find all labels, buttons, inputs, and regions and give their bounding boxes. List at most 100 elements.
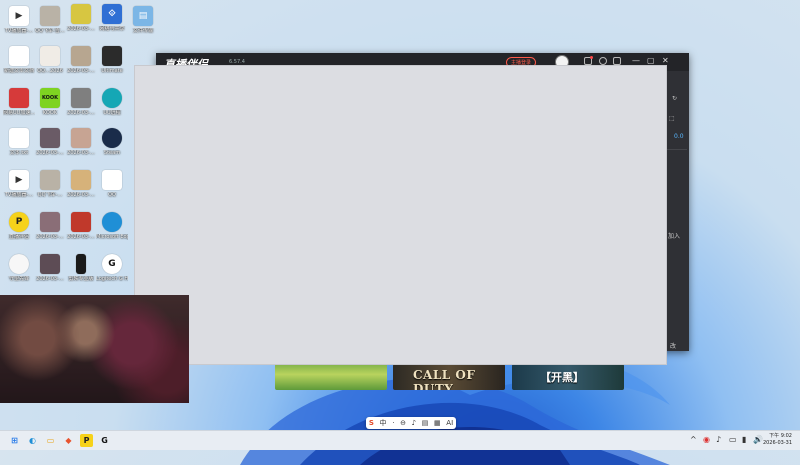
image-icon [40,254,60,274]
desktop-icon[interactable]: 文本.txt [3,128,35,156]
network-icon: ⟐ [102,4,122,24]
clock-date: 2026-03-31 [762,440,792,446]
edge-icon [102,212,122,232]
toolbox-icon[interactable]: ▦ [434,419,441,427]
desktop-icon[interactable]: 新建文本文档 [3,46,35,74]
desktop-icon[interactable]: 2026-03-… [65,4,97,32]
chevron-up-icon[interactable]: ^ [690,435,697,444]
kook-icon: KOOK [40,88,60,108]
divider [666,149,687,150]
start-icon[interactable]: ⊞ [8,434,21,447]
game-icon [102,46,122,66]
desktop-icon[interactable]: 2026-03-… [65,128,97,156]
desktop-icon[interactable]: 剪映专业版 [65,254,97,282]
desktop-icon[interactable]: 2026-03-… [65,88,97,116]
recommend-thumbnail[interactable]: CALL OF DUTY [393,364,505,390]
desktop-icon[interactable]: KOOK KOOK [34,88,66,116]
desktop-icon[interactable]: GLogitech G HUB [96,254,128,282]
image-icon [40,128,60,148]
settings-icon[interactable] [599,57,607,65]
emoji-icon[interactable]: ⊖ [400,419,406,427]
webcam-overlay [0,295,189,403]
clock-time: 下午 9:02 [769,433,792,439]
text-file-icon [9,46,29,66]
refresh-icon[interactable]: ↻ [672,95,677,102]
layout-icon[interactable] [613,57,621,65]
desktop-icon[interactable]: QQ [96,170,128,198]
desktop-icon[interactable]: ⟐ 网络与共享 [96,4,128,32]
desktop-icon[interactable]: UU远程 [96,88,128,116]
display-icon[interactable]: ▭ [729,435,737,444]
edge-icon[interactable]: ◐ [26,434,39,447]
image-icon [40,6,60,26]
taskbar: ⊞ ◐ ▭ ◆ P G ^ ◉ ♪ ▭ ▮ 🔊 下午 9:02 2026-03-… [0,430,800,450]
tray-app-icon[interactable]: ◉ [703,435,710,444]
overwatch-icon [9,254,29,274]
keyboard-icon[interactable]: ▤ [422,419,429,427]
desktop-icon[interactable]: 2026-03-… [34,212,66,240]
logitech-icon[interactable]: G [98,434,111,447]
recommend-thumbnail[interactable]: 【开黑】 [512,364,624,390]
desktop-icon[interactable]: QQ飞车-雪… [34,6,66,34]
mic-icon[interactable]: ♪ [412,419,416,427]
image-icon [71,128,91,148]
volume-icon[interactable]: 🔊 [753,435,763,444]
desktop-icon[interactable]: 2026-03-… [65,212,97,240]
image-icon [40,46,60,66]
ai-icon[interactable]: AI [446,419,453,427]
desktop-icon[interactable]: 2026-03-… [34,128,66,156]
mic-icon[interactable]: ♪ [716,435,721,444]
capcut-icon [76,254,86,274]
expand-icon[interactable]: ⬚ [669,115,675,122]
image-icon [71,4,91,24]
desktop-icon[interactable]: QQ飞车-… [34,170,66,198]
image-icon [71,212,91,232]
folder-icon[interactable]: ▭ [44,434,57,447]
edit-link[interactable]: 改 [670,341,676,350]
sogou-icon[interactable]: S [369,419,374,427]
desktop-icon[interactable]: QQ…2026 [34,46,66,74]
app-icon[interactable]: ◆ [62,434,75,447]
desktop-icon[interactable]: ▶ TV播放器-… [3,6,35,34]
recommend-thumbnail[interactable] [275,364,387,390]
accelerator-icon [9,88,29,108]
image-icon [40,212,60,232]
maximize-icon[interactable]: ▢ [647,56,655,65]
join-link[interactable]: 加入 [668,231,680,240]
minimize-icon[interactable]: — [632,56,640,65]
input-method-bar[interactable]: S 中 · ⊖ ♪ ▤ ▦ AI [366,417,456,429]
blank-dialog[interactable] [134,65,667,365]
desktop-icon[interactable]: ▶ TV播放器-… [3,170,35,198]
app-icon: ▶ [9,6,29,26]
desktop-icon[interactable]: P 直播伴侣 [3,212,35,240]
image-icon [40,170,60,190]
desktop-icon[interactable]: 2026-03-… [65,46,97,74]
desktop-icon[interactable]: 2026-03-… [34,254,66,282]
desktop-icon[interactable]: 守望先锋 [3,254,35,282]
image-icon [71,88,91,108]
transfer-icon: ▤ [133,6,153,26]
text-file-icon [9,128,29,148]
live-companion-icon[interactable]: P [80,434,93,447]
qq-icon [102,170,122,190]
image-icon [71,46,91,66]
live-companion-icon: P [9,212,29,232]
remote-icon [102,88,122,108]
system-clock[interactable]: 下午 9:02 2026-03-31 [763,433,792,447]
battery-icon[interactable]: ▮ [742,435,746,444]
logitech-icon: G [102,254,122,274]
app-icon: ▶ [9,170,29,190]
steam-icon [102,128,122,148]
desktop-icon[interactable]: 2026-03-… [65,170,97,198]
desktop-icon[interactable]: ▤ 文件传输 [127,6,159,34]
image-icon [71,170,91,190]
desktop-icon[interactable]: Microsoft Edge [96,212,128,240]
notification-dot [590,56,593,59]
close-icon[interactable]: ✕ [662,56,669,65]
desktop-icon[interactable]: Steam [96,128,128,156]
punctuation-icon[interactable]: · [392,419,394,427]
desktop-icon[interactable]: 网易UU加速… [3,88,35,116]
ime-language-toggle[interactable]: 中 [380,418,387,428]
panel-value: 0.0 [674,133,684,140]
desktop-icon[interactable]: Ultimate [96,46,128,74]
